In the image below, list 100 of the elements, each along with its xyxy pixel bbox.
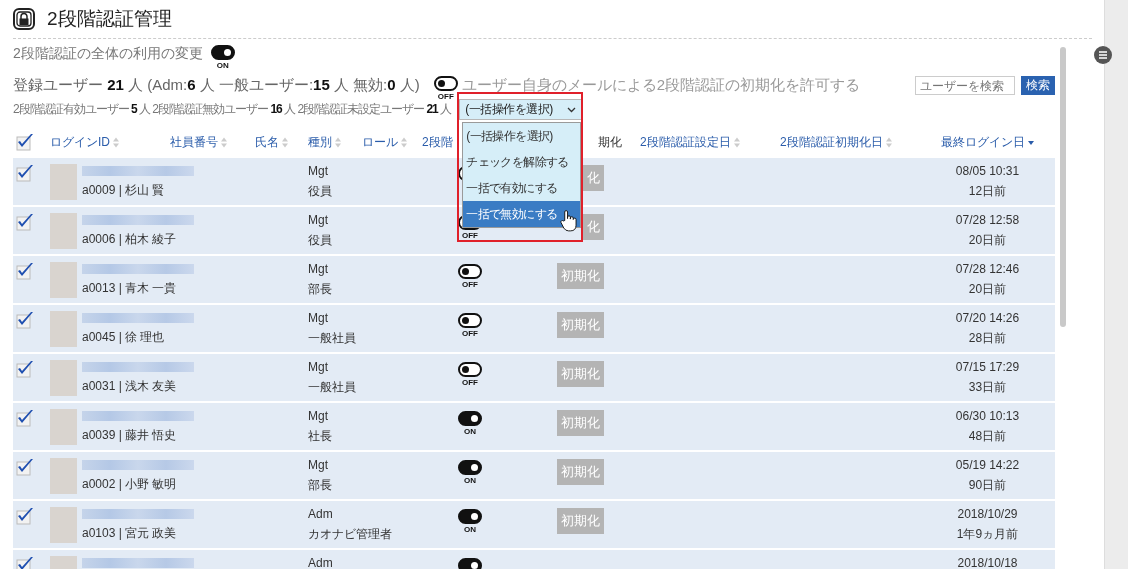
toggle-switch[interactable] bbox=[458, 460, 482, 475]
page-title: 2段階認証管理 bbox=[47, 7, 172, 31]
toggle-switch[interactable] bbox=[210, 45, 235, 60]
user-summary: 登録ユーザー 21 人 (Adm:6 人 一般ユーザー:15 人 無効:0 人) bbox=[13, 76, 420, 95]
last-login-date: 2018/10/29 bbox=[957, 507, 1018, 521]
lock-icon bbox=[13, 8, 35, 30]
column-header[interactable]: 2段階認証初期化日 bbox=[780, 133, 883, 151]
checkbox[interactable] bbox=[16, 133, 34, 151]
elapsed-time: 12日前 bbox=[968, 183, 1007, 200]
elapsed-time: 20日前 bbox=[968, 232, 1007, 249]
user-role: 部長 bbox=[308, 477, 333, 494]
toggle-switch[interactable] bbox=[458, 313, 482, 328]
avatar-placeholder bbox=[50, 458, 77, 494]
checkbox[interactable] bbox=[16, 507, 34, 525]
dropdown-option[interactable]: チェックを解除する bbox=[463, 149, 581, 175]
column-header[interactable]: ロール bbox=[362, 133, 398, 151]
toggle-switch[interactable] bbox=[458, 264, 482, 279]
toggle-state-label: OFF bbox=[462, 329, 478, 338]
setting-label: 2段階認証の全体の利用の変更 bbox=[13, 45, 203, 63]
user-name: a0009 | 杉山 賢 bbox=[82, 182, 166, 199]
setting-label: ユーザー自身のメールによる2段階認証の初期化を許可する bbox=[461, 76, 861, 95]
user-role: 社長 bbox=[308, 428, 333, 445]
column-header[interactable]: 氏名 bbox=[255, 133, 279, 151]
last-login-date: 07/15 17:29 bbox=[955, 360, 1020, 374]
search-field[interactable]: ユーザーを検索 bbox=[915, 76, 1015, 95]
last-login-date: 05/19 14:22 bbox=[955, 458, 1020, 472]
toggle-state-label: OFF bbox=[437, 92, 454, 101]
column-header[interactable]: 2段階認証設定日 bbox=[640, 133, 731, 151]
elapsed-time: 48日前 bbox=[968, 428, 1007, 445]
elapsed-time: 20日前 bbox=[968, 281, 1007, 298]
last-login-date: 07/28 12:58 bbox=[955, 213, 1020, 227]
user-name: a0031 | 浅木 友美 bbox=[82, 378, 178, 395]
user-role: 役員 bbox=[308, 232, 333, 249]
toggle-state-label: OFF bbox=[462, 231, 478, 240]
avatar-placeholder bbox=[50, 507, 77, 543]
user-name: a0006 | 柏木 綾子 bbox=[82, 231, 178, 248]
dropdown-option[interactable]: (一括操作を選択) bbox=[463, 123, 581, 149]
checkbox[interactable] bbox=[16, 164, 34, 182]
checkbox[interactable] bbox=[16, 360, 34, 378]
column-header[interactable]: 種別 bbox=[308, 133, 332, 151]
toggle-state-label: ON bbox=[464, 427, 476, 436]
toggle-state-label: ON bbox=[216, 61, 229, 70]
toggle-switch[interactable] bbox=[433, 76, 458, 91]
elapsed-time: 1年9ヵ月前 bbox=[956, 526, 1019, 543]
avatar-placeholder bbox=[50, 262, 77, 298]
dropdown-option[interactable]: 一括で無効にする bbox=[463, 201, 581, 227]
column-header: 期化 bbox=[598, 133, 622, 151]
user-role: 役員 bbox=[308, 183, 333, 200]
last-login-date: 06/30 10:13 bbox=[955, 409, 1020, 423]
avatar-placeholder bbox=[50, 213, 77, 249]
avatar-placeholder bbox=[50, 360, 77, 396]
last-login-date: 2018/10/18 bbox=[957, 556, 1018, 569]
checkbox[interactable] bbox=[16, 311, 34, 329]
checkbox[interactable] bbox=[16, 458, 34, 476]
avatar-placeholder bbox=[50, 409, 77, 445]
user-type: Mgt bbox=[308, 164, 329, 178]
user-name: a0002 | 小野 敏明 bbox=[82, 476, 178, 493]
user-type: Adm bbox=[308, 556, 334, 569]
user-name: a0039 | 藤井 悟史 bbox=[82, 427, 178, 444]
toggle-switch[interactable] bbox=[458, 509, 482, 524]
toggle-state-label: OFF bbox=[462, 378, 478, 387]
checkbox[interactable] bbox=[16, 262, 34, 280]
user-type: Mgt bbox=[308, 409, 329, 423]
last-login-date: 07/20 14:26 bbox=[955, 311, 1020, 325]
elapsed-time: 90日前 bbox=[968, 477, 1007, 494]
last-login-date: 08/05 10:31 bbox=[955, 164, 1020, 178]
checkbox[interactable] bbox=[16, 556, 34, 569]
menu-icon[interactable] bbox=[1094, 46, 1112, 64]
user-type: Mgt bbox=[308, 360, 329, 374]
avatar-placeholder bbox=[50, 164, 77, 200]
toggle-state-label: ON bbox=[464, 525, 476, 534]
chevron-down-icon bbox=[567, 106, 577, 113]
toggle-state-label: ON bbox=[464, 476, 476, 485]
hand-cursor-icon bbox=[560, 209, 578, 232]
user-role: 一般社員 bbox=[308, 379, 357, 396]
last-login-date: 07/28 12:46 bbox=[955, 262, 1020, 276]
user-name: a0045 | 徐 理也 bbox=[82, 329, 166, 346]
checkbox[interactable] bbox=[16, 409, 34, 427]
dropdown-option[interactable]: 一括で有効にする bbox=[463, 175, 581, 201]
column-header[interactable]: 2段階 bbox=[422, 133, 453, 151]
column-header[interactable]: ログインID bbox=[50, 133, 110, 151]
checkbox[interactable] bbox=[16, 213, 34, 231]
toggle-switch[interactable] bbox=[458, 411, 482, 426]
column-header[interactable]: 最終ログイン日 bbox=[941, 133, 1025, 151]
user-role: カオナビ管理者 bbox=[308, 526, 393, 543]
avatar-placeholder bbox=[50, 311, 77, 347]
toggle-switch[interactable] bbox=[458, 362, 482, 377]
user-type: Mgt bbox=[308, 213, 329, 227]
user-name: a0013 | 青木 一貴 bbox=[82, 280, 178, 297]
elapsed-time: 28日前 bbox=[968, 330, 1007, 347]
elapsed-time: 33日前 bbox=[968, 379, 1007, 396]
user-name: a0103 | 宮元 政美 bbox=[82, 525, 178, 542]
scrollbar[interactable] bbox=[1060, 47, 1066, 327]
bulk-action-dropdown[interactable]: (一括操作を選択) bbox=[459, 99, 583, 120]
search-button[interactable]: 検索 bbox=[1021, 76, 1055, 95]
user-type: Mgt bbox=[308, 458, 329, 472]
toggle-switch[interactable] bbox=[458, 558, 482, 569]
column-header[interactable]: 社員番号 bbox=[170, 133, 218, 151]
user-type: Adm bbox=[308, 507, 334, 521]
user-type: Mgt bbox=[308, 311, 329, 325]
